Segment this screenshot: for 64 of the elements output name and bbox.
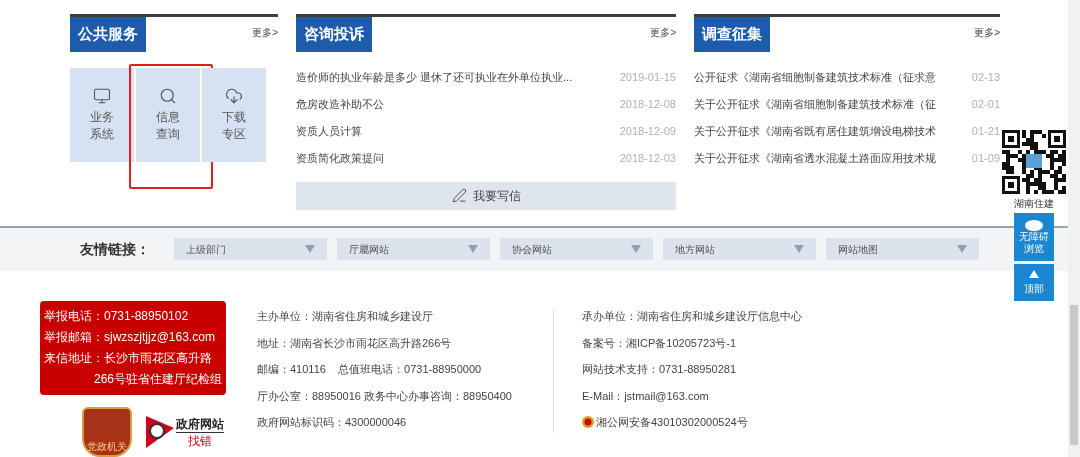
section-title: 调查征集: [694, 17, 770, 52]
police-emblem-icon: [582, 416, 594, 429]
list-date: 2018-12-09: [619, 123, 676, 139]
back-to-top-button[interactable]: 顶部: [1014, 264, 1054, 301]
section-title: 咨询投诉: [296, 17, 372, 52]
caret-icon: [468, 245, 478, 254]
footer-info-line: 网站技术支持：0731-88950281: [582, 362, 738, 377]
footer-info-line: 厅办公室：88950016 政务中心办事咨询：88950400: [257, 388, 513, 404]
cloud-download-icon: [225, 86, 243, 105]
party-badge: 党政机关: [82, 407, 132, 457]
list-date: 02-13: [971, 69, 1000, 85]
footer-info-line: 政府网站标识码：4300000046: [257, 415, 408, 430]
search-icon: [159, 86, 177, 105]
list-link[interactable]: 资质人员计算: [296, 122, 362, 140]
link-dropdown[interactable]: 网站地图: [826, 238, 979, 261]
police-record-text: 湘公网安备43010302000524号: [596, 415, 748, 430]
accessibility-button[interactable]: 无障碍 浏览: [1014, 213, 1054, 261]
section-title: 公共服务: [70, 17, 146, 52]
list-date: 02-01: [971, 96, 1000, 112]
list-date: 01-21: [971, 123, 1000, 139]
service-tile[interactable]: 信息 查询: [136, 67, 200, 162]
footer-info-line: 承办单位：湖南省住房和城乡建设厅信息中心: [582, 309, 802, 324]
report-line: 举报邮箱：sjwzszjtjjz@163.com: [44, 329, 216, 346]
list-link[interactable]: 关于公开征求《湖南省细胞制备建筑技术标准（征: [694, 95, 936, 113]
list-date: 2018-12-03: [619, 150, 676, 166]
list-link[interactable]: 危房改造补助不公: [296, 95, 384, 113]
write-letter-button[interactable]: 我要写信: [296, 181, 676, 210]
list-date: 2018-12-08: [619, 96, 676, 112]
caret-icon: [794, 245, 804, 254]
more-link[interactable]: 更多>: [252, 25, 278, 40]
list-date: 01-09: [971, 150, 1000, 166]
up-arrow-icon: [1029, 269, 1039, 278]
footer-info-line: 邮编：410116 总值班电话：0731-88950000: [257, 362, 483, 377]
service-tile[interactable]: 下载 专区: [202, 67, 266, 162]
footer-info-line: 地址：湖南省长沙市雨花区高升路266号: [257, 335, 453, 351]
more-link[interactable]: 更多>: [650, 25, 676, 40]
error-report-logo: 政府网站 找错: [146, 415, 224, 449]
footer-info-line: E-Mail：jstmail@163.com: [582, 388, 710, 404]
list-link[interactable]: 关于公开征求《湖南省透水混凝土路面应用技术规: [694, 149, 936, 167]
list-date: 2019-01-15: [619, 69, 676, 85]
link-dropdown[interactable]: 协会网站: [500, 238, 653, 261]
friend-links-label: 友情链接：: [80, 239, 151, 259]
footer-info-line: 主办单位：湖南省住房和城乡建设厅: [257, 309, 434, 324]
list-link[interactable]: 资质简化政策提问: [296, 149, 384, 167]
more-link[interactable]: 更多>: [974, 25, 1000, 40]
caret-icon: [631, 245, 641, 254]
eye-icon: [1025, 219, 1043, 231]
report-line: 来信地址：长沙市雨花区高升路: [44, 350, 213, 367]
caret-icon: [305, 245, 315, 254]
pen-icon: [451, 188, 467, 203]
report-line: 266号驻省住建厅纪检组: [93, 371, 222, 388]
magnifier-icon: [146, 416, 174, 448]
service-tile[interactable]: 业务 系统: [70, 67, 134, 162]
link-dropdown[interactable]: 厅屬网站: [337, 238, 490, 261]
link-dropdown[interactable]: 上级部门: [174, 238, 327, 261]
caret-icon: [957, 245, 967, 254]
list-link[interactable]: 公开征求《湖南省细胞制备建筑技术标准（征求意: [694, 68, 936, 86]
footer-info-line: 备案号：湘ICP备10205723号-1: [582, 335, 738, 351]
link-dropdown[interactable]: 地方网站: [663, 238, 816, 261]
list-link[interactable]: 关于公开征求《湖南省既有居住建筑增设电梯技术: [694, 122, 936, 140]
list-link[interactable]: 造价师的执业年龄是多少 退休了还可执业在外单位执业...: [296, 68, 573, 86]
qr-caption: 湖南住建: [1014, 197, 1054, 211]
report-line: 举报电话：0731-88950102: [44, 308, 190, 325]
monitor-icon: [93, 86, 111, 105]
